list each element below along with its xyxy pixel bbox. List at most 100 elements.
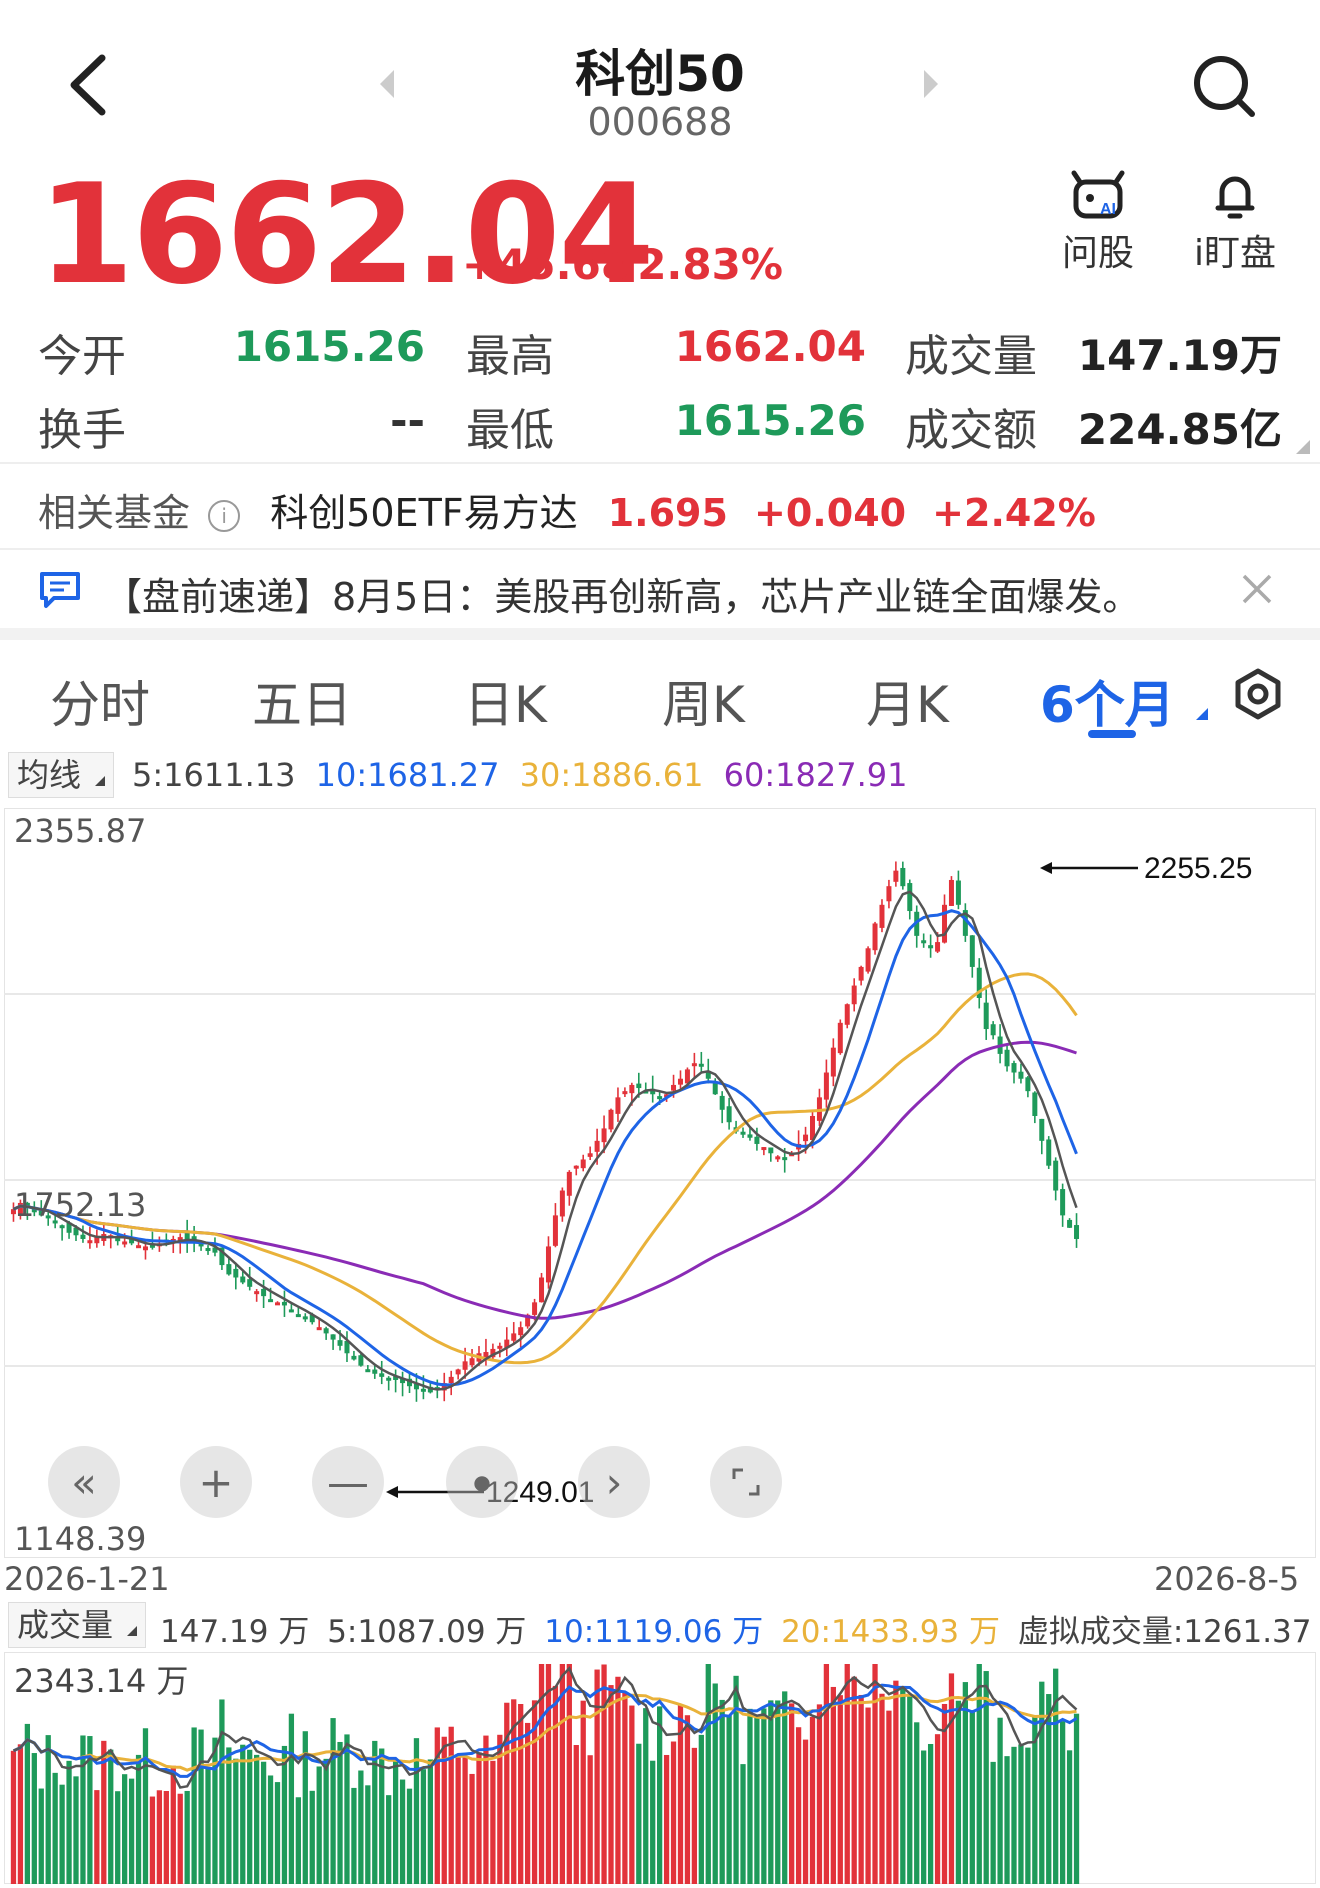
tab-intraday[interactable]: 分时 bbox=[50, 665, 150, 737]
candle-body bbox=[935, 942, 941, 952]
volume-bar bbox=[149, 1796, 156, 1884]
price-axis-bottom: 1148.39 bbox=[14, 1520, 147, 1558]
volume-bar bbox=[726, 1715, 732, 1884]
scroll-forward-button[interactable]: › bbox=[578, 1446, 650, 1518]
zoom-in-button[interactable]: + bbox=[180, 1446, 252, 1518]
candle-body bbox=[580, 1159, 586, 1169]
expand-corner-icon[interactable] bbox=[1296, 440, 1310, 454]
minus-icon: — bbox=[327, 1457, 369, 1507]
news-banner[interactable]: 【盘前速递】8月5日：美股再创新高，芯片产业链全面爆发。 bbox=[0, 552, 1320, 626]
volume-bar bbox=[934, 1734, 941, 1884]
volume-bar bbox=[316, 1766, 322, 1884]
candle-body bbox=[1011, 1063, 1017, 1073]
volume-bar bbox=[358, 1770, 364, 1884]
candle-body bbox=[719, 1095, 725, 1110]
ask-stock-button[interactable]: AI 问股 bbox=[1050, 170, 1146, 276]
zoom-out-button[interactable]: — bbox=[312, 1446, 384, 1518]
candle-body bbox=[1039, 1118, 1045, 1141]
candle-body bbox=[302, 1316, 308, 1320]
candle-body bbox=[740, 1131, 746, 1135]
fund-price: 1.695 bbox=[607, 491, 728, 535]
fund-change-pct: +2.42% bbox=[932, 491, 1096, 535]
candle-body bbox=[830, 1047, 836, 1077]
price-axis-top: 2355.87 bbox=[14, 812, 147, 850]
volume-bar bbox=[615, 1676, 621, 1884]
candle-body bbox=[559, 1190, 565, 1217]
volume-bar bbox=[921, 1750, 927, 1884]
watch-alert-button[interactable]: i盯盘 bbox=[1180, 170, 1290, 276]
candle-body bbox=[261, 1288, 267, 1297]
volume-bar bbox=[476, 1752, 482, 1884]
volume-bar bbox=[795, 1727, 802, 1884]
volume-legend: 147.19 万 5:1087.09 万 10:1119.06 万 20:143… bbox=[160, 1606, 1320, 1651]
volume-bar bbox=[455, 1757, 461, 1884]
amount-value: 224.85亿 bbox=[1077, 405, 1282, 454]
candle-body bbox=[622, 1091, 628, 1095]
volume-bar bbox=[267, 1775, 274, 1884]
date-axis-end: 2026-8-5 bbox=[1154, 1560, 1300, 1598]
volume-value: 147.19万 bbox=[1077, 331, 1282, 380]
volume-bar bbox=[163, 1790, 169, 1884]
candle-body bbox=[330, 1334, 336, 1340]
volume-bar bbox=[914, 1722, 920, 1884]
volume-bar bbox=[844, 1664, 850, 1884]
volume-bar bbox=[66, 1760, 72, 1884]
candle-body bbox=[323, 1328, 329, 1334]
tab-five-day[interactable]: 五日 bbox=[252, 665, 352, 737]
info-icon[interactable]: i bbox=[208, 499, 241, 532]
volume-bar bbox=[260, 1761, 267, 1884]
candle-body bbox=[872, 923, 878, 951]
related-fund-row[interactable]: 相关基金 i 科创50ETF易方达 1.695 +0.040 +2.42% bbox=[38, 482, 1298, 535]
candle-body bbox=[539, 1277, 545, 1303]
tab-daily-k[interactable]: 日K bbox=[464, 665, 547, 737]
candle-body bbox=[657, 1096, 663, 1100]
ma-selector[interactable]: 均线 bbox=[8, 752, 115, 798]
scroll-back-button[interactable]: « bbox=[48, 1446, 120, 1518]
volume-bar bbox=[52, 1772, 58, 1884]
volume-bar bbox=[573, 1745, 579, 1884]
search-button[interactable] bbox=[1190, 52, 1260, 122]
volume-bar bbox=[142, 1728, 149, 1884]
volume-bar bbox=[761, 1708, 767, 1884]
volume-bar bbox=[240, 1744, 246, 1884]
close-icon[interactable] bbox=[1240, 572, 1274, 606]
volume-bar bbox=[775, 1700, 781, 1884]
volume-bar bbox=[837, 1695, 843, 1884]
candle-body bbox=[316, 1327, 322, 1331]
candle-body bbox=[1018, 1071, 1024, 1079]
watch-alert-label: i盯盘 bbox=[1193, 233, 1276, 274]
next-stock-arrow[interactable] bbox=[924, 70, 938, 98]
volume-bar bbox=[518, 1703, 524, 1884]
volume-chart[interactable] bbox=[4, 1652, 1316, 1884]
volume-selector[interactable]: 成交量 bbox=[8, 1602, 147, 1648]
candle-body bbox=[115, 1238, 121, 1242]
tab-six-months[interactable]: 6个月 bbox=[1040, 665, 1175, 737]
candle-body bbox=[497, 1345, 503, 1349]
candle-body bbox=[351, 1355, 357, 1360]
volume-bar bbox=[789, 1703, 795, 1884]
tab-monthly-k[interactable]: 月K bbox=[866, 665, 949, 737]
volume-bar bbox=[1011, 1746, 1017, 1884]
candle-body bbox=[233, 1268, 239, 1278]
candle-body bbox=[247, 1279, 253, 1287]
volume-bar bbox=[768, 1700, 774, 1884]
volume-bar bbox=[128, 1778, 135, 1884]
volume-bar bbox=[893, 1680, 899, 1884]
stock-code: 000688 bbox=[587, 100, 733, 144]
reset-view-button[interactable]: ● bbox=[446, 1446, 518, 1518]
volume-bar bbox=[504, 1702, 510, 1884]
reset-icon: ● bbox=[473, 1470, 491, 1494]
candle-body bbox=[761, 1147, 767, 1151]
candle-body bbox=[268, 1299, 274, 1303]
settings-icon[interactable] bbox=[1232, 668, 1284, 720]
turnover-value: -- bbox=[390, 396, 425, 445]
tab-weekly-k[interactable]: 周K bbox=[662, 665, 745, 737]
candle-body bbox=[858, 966, 864, 981]
ma-legend: 5:1611.13 10:1681.27 30:1886.61 60:1827.… bbox=[132, 756, 907, 794]
candle-body bbox=[1053, 1160, 1059, 1191]
volume-bar bbox=[872, 1664, 878, 1884]
candlestick-chart[interactable]: 2255.25 1249.01 bbox=[4, 808, 1316, 1558]
fullscreen-button[interactable] bbox=[710, 1446, 782, 1518]
volume-bar bbox=[59, 1784, 65, 1884]
news-text: 【盘前速递】8月5日：美股再创新高，芯片产业链全面爆发。 bbox=[104, 575, 1141, 619]
